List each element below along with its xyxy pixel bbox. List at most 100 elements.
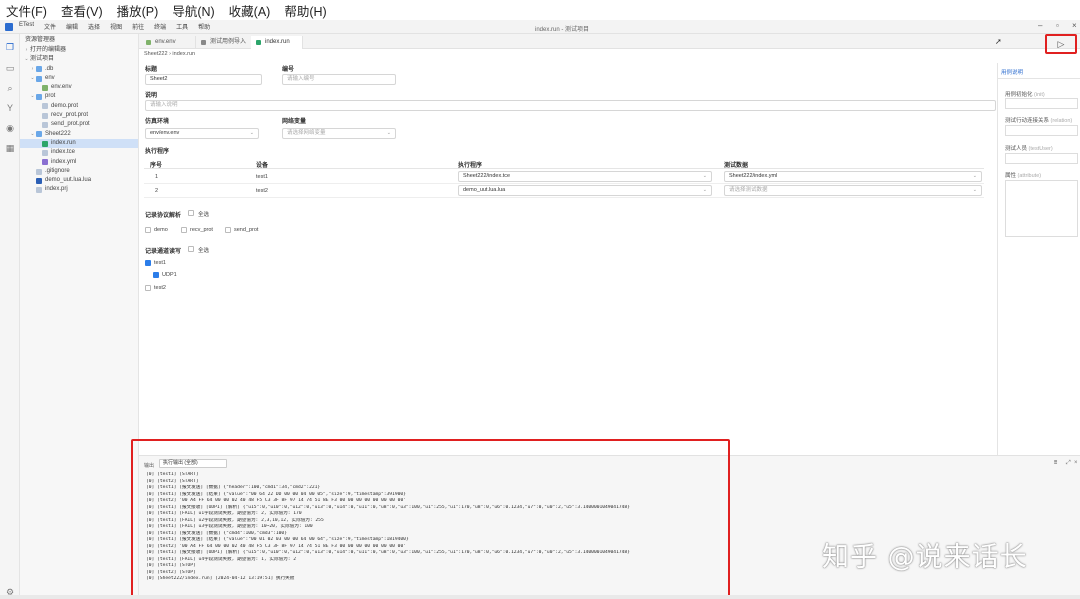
run-file-icon (256, 40, 261, 45)
tree-item[interactable]: send_prot.prot (20, 120, 138, 129)
tab-case-description[interactable]: 用例说明 (1001, 68, 1023, 76)
relation-field-input[interactable] (1005, 125, 1078, 136)
tree-item[interactable]: index.yml (20, 158, 138, 167)
tab-env-env[interactable]: env.env (141, 36, 196, 49)
tree-item[interactable]: ⌄ Sheet222 (20, 130, 138, 139)
protocol-demo-checkbox[interactable] (145, 227, 151, 233)
tree-item[interactable]: demo.prot (20, 102, 138, 111)
search-icon[interactable]: ⌕ (5, 83, 15, 93)
top-menu-item[interactable]: 文件(F) (6, 1, 47, 20)
attribute-field-label: 属性 (attribute) (1005, 173, 1042, 179)
top-menu-item[interactable]: 导航(N) (172, 1, 214, 20)
extensions-icon[interactable]: ▦ (5, 143, 15, 153)
tree-item[interactable]: index.tce (20, 148, 138, 157)
chevron-icon: ⌄ (30, 130, 35, 137)
attribute-field-input[interactable] (1005, 180, 1078, 237)
col-device: 设备 (256, 163, 269, 169)
tree-item[interactable]: recv_prot.prot (20, 111, 138, 120)
app-menu-item[interactable]: ETest (19, 22, 34, 31)
tree-item[interactable]: env.env (20, 83, 138, 92)
folder-icon (36, 75, 42, 82)
protocol-demo-label: demo (154, 227, 168, 233)
tree-item-label: demo.prot (51, 102, 79, 109)
title-input[interactable]: Sheet2 (145, 74, 262, 85)
top-menu-item[interactable]: 播放(P) (117, 1, 159, 20)
tree-item[interactable]: ⌄ 测试项目 (20, 55, 138, 64)
top-menu-item[interactable]: 帮助(H) (284, 1, 326, 20)
tree-item-label: .db (45, 65, 54, 72)
top-menu-item[interactable]: 收藏(A) (229, 1, 271, 20)
protocol-recv-checkbox[interactable] (181, 227, 187, 233)
chevron-down-icon: ⌄ (702, 187, 707, 193)
app-logo-icon (5, 22, 13, 31)
tree-item[interactable]: .gitignore (20, 167, 138, 176)
play-icon: ▷ (1057, 39, 1065, 49)
close-icon[interactable]: × (1072, 21, 1077, 30)
tree-item[interactable]: index.prj (20, 185, 138, 194)
app-menu-item[interactable]: 帮助 (198, 22, 210, 31)
env-icon (42, 84, 48, 91)
channel-test2-checkbox[interactable] (145, 285, 151, 291)
chevron-down-icon: ⌄ (972, 187, 977, 193)
tree-item[interactable]: ⌄ prot (20, 92, 138, 101)
tree-item[interactable]: › 打开的编辑器 (20, 46, 138, 55)
maximize-icon[interactable]: ▫ (1056, 21, 1059, 30)
panel-close-icon[interactable]: × (1074, 460, 1078, 466)
program-select[interactable]: demo_uut.lua.lua ⌄ (458, 185, 712, 196)
monitor-icon[interactable]: ▭ (5, 63, 15, 73)
row-number: 2 (155, 188, 159, 194)
environment-select[interactable]: env/env.env ⌄ (145, 128, 259, 139)
tab-test-case-import[interactable]: 测试用例导入 (196, 36, 256, 49)
channel-udp1-label: UDP1 (162, 272, 177, 278)
test-data-select[interactable]: 请选择测试数据 ⌄ (724, 185, 982, 196)
app-menu-item[interactable]: 文件 (44, 22, 56, 31)
tree-item-label: prot (45, 93, 56, 100)
col-no: 序号 (150, 163, 163, 169)
lock-icon[interactable]: ⩩ (1054, 460, 1057, 467)
tree-item[interactable]: index.run (20, 138, 138, 149)
mouse-cursor-icon: ➚ (995, 37, 1002, 46)
channel-test1-checkbox[interactable] (145, 260, 151, 266)
tab-index-run[interactable]: index.run (251, 36, 303, 49)
output-highlight-frame (131, 439, 730, 597)
tree-item[interactable]: › .db (20, 65, 138, 74)
init-field-input[interactable] (1005, 98, 1078, 109)
eye-icon[interactable]: ◉ (5, 123, 15, 133)
case-description-panel: 用例说明 用例初始化 (init) 测试行动连接关系 (relation) 测试… (997, 63, 1080, 455)
chevron-down-icon: ⌄ (386, 130, 391, 136)
app-menu-item[interactable]: 视图 (110, 22, 122, 31)
test-user-field-input[interactable] (1005, 153, 1078, 164)
tree-item[interactable]: demo_uut.lua.lua (20, 176, 138, 185)
app-menu-item[interactable]: 工具 (176, 22, 188, 31)
app-menu-item[interactable]: 终端 (154, 22, 166, 31)
protocol-select-all-checkbox[interactable] (188, 210, 194, 216)
number-input[interactable]: 请输入编号 (282, 74, 396, 85)
app-menu-item[interactable]: 选择 (88, 22, 100, 31)
run-config-editor: Sheet222 › index.run 标题 Sheet2 编号 请输入编号 … (139, 49, 996, 455)
col-test-data: 测试数据 (724, 163, 749, 169)
tree-item[interactable]: ⌄ env (20, 74, 138, 83)
app-menu-item[interactable]: 前往 (132, 22, 144, 31)
folder-icon (36, 131, 42, 138)
chevron-down-icon: ⌄ (702, 173, 707, 179)
description-input[interactable]: 请输入说明 (145, 100, 996, 111)
expand-icon[interactable]: ⤢ (1066, 460, 1071, 467)
run-button[interactable]: ▷ (1045, 34, 1077, 54)
file-icon (42, 149, 48, 156)
network-variable-select[interactable]: 请选择网络变量 ⌄ (282, 128, 396, 139)
channel-udp1-checkbox[interactable] (153, 272, 159, 278)
minimize-icon[interactable]: – (1038, 21, 1042, 30)
protocol-send-checkbox[interactable] (225, 227, 231, 233)
app-menu-item[interactable]: 编辑 (66, 22, 78, 31)
test-data-select[interactable]: Sheet222/index.yml ⌄ (724, 171, 982, 182)
chevron-icon: ⌄ (30, 93, 35, 100)
explorer-panel: 资源管理器 › 打开的编辑器 ⌄ 测试项目 › .db ⌄ env env.env ⌄ prot de… (20, 34, 139, 599)
source-control-icon[interactable]: Y (5, 103, 15, 113)
program-select[interactable]: Sheet222/index.tce ⌄ (458, 171, 712, 182)
top-menu-item[interactable]: 查看(V) (61, 1, 103, 20)
panel-divider (998, 78, 1080, 79)
explorer-icon[interactable]: ❐ (5, 42, 15, 52)
channel-label: 记录通道读写 (145, 249, 182, 255)
protocol-select-all-label: 全选 (198, 212, 210, 218)
channel-select-all-checkbox[interactable] (188, 246, 194, 252)
